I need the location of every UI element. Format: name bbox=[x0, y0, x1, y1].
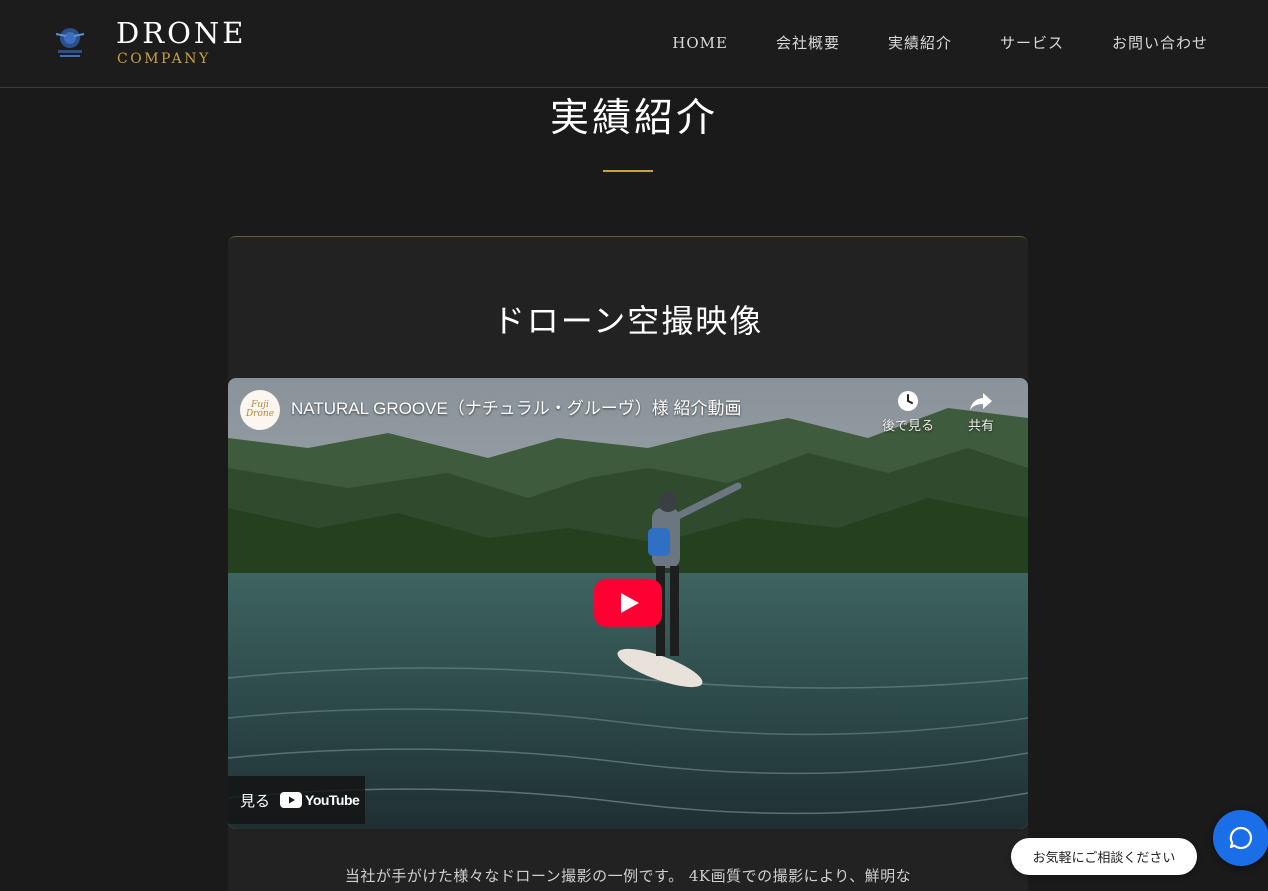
video-title[interactable]: NATURAL GROOVE（ナチュラル・グルーヴ）様 紹介動画 bbox=[291, 398, 742, 420]
logo-wordmark[interactable]: DRONE bbox=[116, 16, 246, 50]
chat-button[interactable] bbox=[1213, 810, 1268, 866]
nav-services[interactable]: サービス bbox=[1000, 32, 1064, 54]
share-button[interactable]: 共有 bbox=[946, 390, 1016, 434]
chat-bubble-icon bbox=[1229, 826, 1253, 850]
youtube-wordmark: YouTube bbox=[305, 792, 360, 808]
clock-icon bbox=[898, 391, 918, 411]
nav-company[interactable]: 会社概要 bbox=[776, 32, 840, 54]
play-icon[interactable] bbox=[594, 579, 662, 627]
watch-later-label: 後で見る bbox=[881, 418, 934, 433]
nav-home[interactable]: HOME bbox=[672, 32, 728, 54]
youtube-embed[interactable]: Fuji Drone NATURAL GROOVE（ナチュラル・グルーヴ）様 紹… bbox=[228, 378, 1028, 829]
main-nav: HOME 会社概要 実績紹介 サービス お問い合わせ bbox=[624, 32, 1208, 54]
drone-logo-icon[interactable] bbox=[52, 24, 88, 60]
channel-avatar-text: Fuji Drone bbox=[245, 400, 275, 419]
youtube-logo-icon bbox=[280, 792, 303, 808]
watch-later-button[interactable]: 後で見る bbox=[873, 390, 943, 434]
works-card: ドローン空撮映像 Fuji Drone NATURAL GROOVE（ナチュラル… bbox=[228, 236, 1028, 891]
site-header: DRONE COMPANY HOME 会社概要 実績紹介 サービス お問い合わせ bbox=[0, 0, 1268, 88]
card-title: ドローン空撮映像 bbox=[492, 302, 764, 340]
logo-subtitle: COMPANY bbox=[117, 51, 211, 67]
share-label: 共有 bbox=[967, 418, 994, 433]
watch-on-youtube-button[interactable]: 見る YouTube bbox=[228, 776, 365, 824]
watch-on-label: 見る bbox=[240, 792, 271, 810]
page-title: 実績紹介 bbox=[549, 96, 718, 141]
card-description: 当社が手がけた様々なドローン撮影の一例です。 4K画質での撮影により、鮮明な bbox=[344, 867, 912, 885]
channel-avatar[interactable]: Fuji Drone bbox=[240, 390, 280, 430]
nav-works[interactable]: 実績紹介 bbox=[888, 32, 952, 54]
chat-prompt-bubble[interactable]: お気軽にご相談ください bbox=[1011, 838, 1197, 875]
share-icon bbox=[970, 393, 992, 410]
nav-contact[interactable]: お問い合わせ bbox=[1112, 32, 1208, 54]
title-divider bbox=[603, 170, 653, 172]
